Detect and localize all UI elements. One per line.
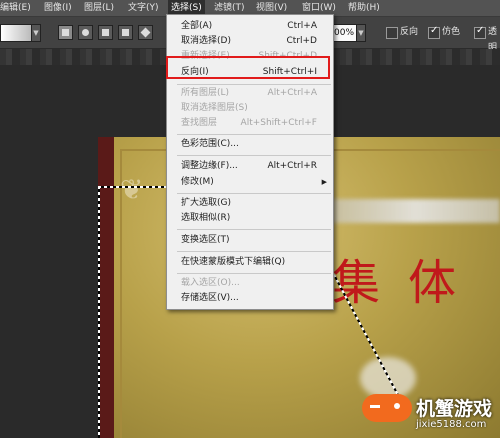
dither-label: 仿色	[442, 27, 461, 37]
opacity-dropdown-icon[interactable]: ▼	[356, 24, 366, 42]
menu-separator	[177, 193, 331, 194]
menu-item-save-selection[interactable]: 存储选区(V)...	[167, 291, 333, 306]
menu-item-label: 载入选区(O)...	[181, 278, 240, 288]
menu-item-all-layers[interactable]: 所有图层(L) Alt+Ctrl+A	[167, 86, 333, 101]
menu-layer[interactable]: 图层(L)	[84, 0, 114, 16]
menu-item-label: 存储选区(V)...	[181, 293, 239, 303]
menu-item-transform-selection[interactable]: 变换选区(T)	[167, 233, 333, 248]
menu-type[interactable]: 文字(Y)	[128, 0, 159, 16]
blurred-region	[330, 199, 500, 223]
menu-item-similar[interactable]: 选取相似(R)	[167, 211, 333, 226]
menu-separator	[177, 155, 331, 156]
menu-item-shortcut: Alt+Shift+Ctrl+F	[240, 118, 317, 128]
menu-edit[interactable]: 编辑(E)	[0, 0, 31, 16]
menu-item-label: 查找图层	[181, 118, 218, 128]
menu-separator	[177, 251, 331, 252]
menu-item-label: 所有图层(L)	[181, 88, 230, 98]
menu-separator	[177, 229, 331, 230]
menu-item-modify[interactable]: 修改(M) ▶	[167, 175, 333, 190]
menu-item-shortcut: Alt+Ctrl+R	[267, 161, 317, 171]
radial-gradient-icon[interactable]	[78, 25, 93, 40]
menu-item-label: 变换选区(T)	[181, 235, 230, 245]
ornament-icon: ❦	[120, 173, 144, 206]
menu-item-label: 扩大选取(G)	[181, 198, 231, 208]
menu-item-shortcut: Ctrl+D	[286, 36, 318, 46]
menu-item-label: 修改(M)	[181, 177, 214, 187]
gradient-dropdown-icon[interactable]: ▼	[31, 24, 41, 42]
menu-separator	[177, 273, 331, 274]
gamepad-logo-icon	[362, 394, 412, 422]
reverse-label: 反向	[400, 27, 419, 37]
menu-image[interactable]: 图像(I)	[44, 0, 72, 16]
linear-gradient-icon[interactable]	[58, 25, 73, 40]
menu-item-label: 在快速蒙版模式下编辑(Q)	[181, 257, 286, 267]
menu-item-label: 选取相似(R)	[181, 213, 231, 223]
transparency-label: 透明	[488, 27, 498, 53]
menu-item-find-layers[interactable]: 查找图层 Alt+Shift+Ctrl+F	[167, 116, 333, 131]
reflected-gradient-icon[interactable]	[118, 25, 133, 40]
submenu-arrow-icon: ▶	[321, 178, 327, 186]
selection-marquee-left	[98, 186, 100, 438]
menu-item-shortcut: Alt+Ctrl+A	[267, 88, 317, 98]
menu-item-label: 调整边缘(F)...	[181, 161, 238, 171]
menu-item-load-selection[interactable]: 载入选区(O)...	[167, 276, 333, 291]
menu-separator	[177, 134, 331, 135]
watermark-brand: 机蟹游戏	[416, 398, 493, 420]
menu-item-label: 全部(A)	[181, 21, 213, 31]
menu-item-select-all[interactable]: 全部(A) Ctrl+A	[167, 19, 333, 34]
watermark-url: jixie5188.com	[416, 419, 487, 430]
angle-gradient-icon[interactable]	[98, 25, 113, 40]
highlight-box	[166, 56, 330, 79]
menu-item-label: 取消选择(D)	[181, 36, 231, 46]
menu-item-color-range[interactable]: 色彩范围(C)...	[167, 137, 333, 152]
menu-separator	[177, 84, 331, 85]
menu-item-label: 取消选择图层(S)	[181, 103, 248, 113]
menu-item-grow[interactable]: 扩大选取(G)	[167, 196, 333, 211]
menu-item-deselect-layers[interactable]: 取消选择图层(S)	[167, 101, 333, 116]
menu-help[interactable]: 帮助(H)	[348, 0, 380, 16]
plaque-frame	[98, 137, 114, 438]
menu-item-refine-edge[interactable]: 调整边缘(F)... Alt+Ctrl+R	[167, 159, 333, 174]
gradient-picker[interactable]	[0, 24, 32, 42]
transparency-checkbox[interactable]	[474, 25, 486, 39]
watermark: 机蟹游戏 jixie5188.com	[356, 388, 500, 438]
menu-item-label: 色彩范围(C)...	[181, 139, 239, 149]
menu-item-deselect[interactable]: 取消选择(D) Ctrl+D	[167, 34, 333, 49]
menu-item-shortcut: Ctrl+A	[287, 21, 317, 31]
dither-checkbox[interactable]	[428, 25, 440, 39]
diamond-gradient-icon[interactable]	[138, 25, 153, 40]
reverse-checkbox[interactable]	[386, 27, 398, 39]
menu-item-quick-mask[interactable]: 在快速蒙版模式下编辑(Q)	[167, 255, 333, 270]
opacity-input[interactable]: 00%	[330, 24, 359, 42]
